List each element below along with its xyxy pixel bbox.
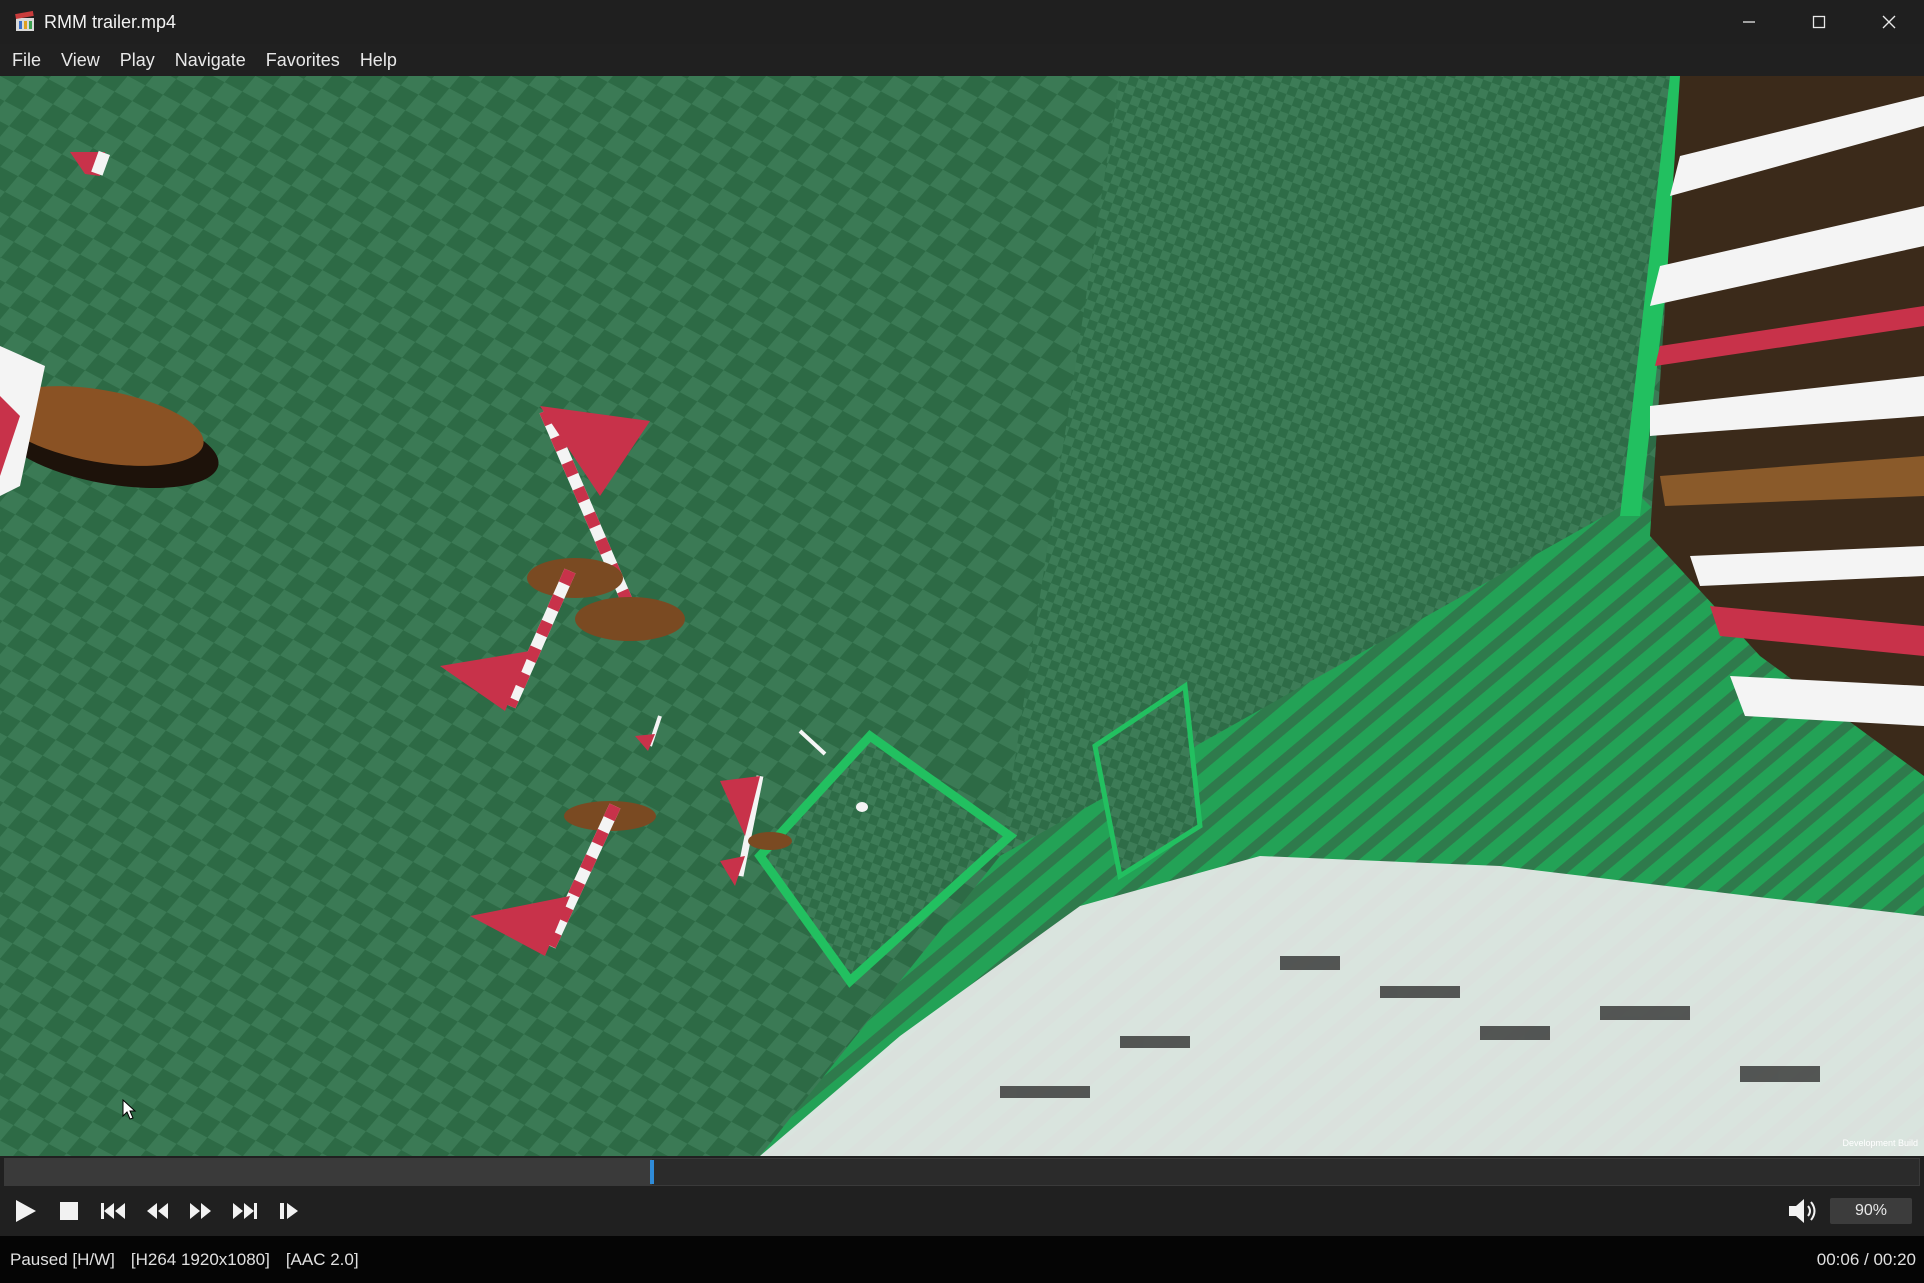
maximize-button[interactable] [1784, 0, 1854, 44]
maximize-icon [1812, 15, 1826, 29]
menu-play[interactable]: Play [110, 44, 165, 76]
status-bar: Paused [H/W] [H264 1920x1080] [AAC 2.0] … [0, 1236, 1924, 1283]
volume-level[interactable]: 90% [1830, 1198, 1912, 1224]
frame-step-button[interactable] [267, 1189, 311, 1233]
playback-controls [0, 1188, 1924, 1234]
video-codec-info: [H264 1920x1080] [130, 1249, 270, 1269]
seek-played [5, 1159, 652, 1185]
menu-help[interactable]: Help [350, 44, 407, 76]
clapperboard-icon [15, 11, 34, 31]
play-icon [16, 1200, 36, 1222]
window-title: RMM trailer.mp4 [44, 11, 177, 32]
rewind-button[interactable] [135, 1189, 179, 1233]
window-controls [1714, 0, 1924, 44]
volume-area: 90% [1786, 1188, 1912, 1234]
media-player-window: RMM trailer.mp4 File View Play Navigate … [0, 0, 1924, 1283]
playback-state: Paused [H/W] [10, 1249, 115, 1269]
menu-bar: File View Play Navigate Favorites Help [0, 44, 1924, 76]
skip-previous-button[interactable] [91, 1189, 135, 1233]
rewind-icon [147, 1203, 168, 1219]
seek-thumb[interactable] [649, 1160, 654, 1184]
frame-step-icon [280, 1203, 298, 1219]
fast-forward-icon [190, 1203, 211, 1219]
video-surface[interactable]: Development Build [0, 76, 1924, 1156]
video-watermark: Development Build [1842, 1138, 1918, 1148]
video-frame: Development Build [0, 76, 1924, 1156]
time-readout: 00:06 / 00:20 [1816, 1250, 1916, 1269]
skip-next-icon [233, 1203, 257, 1219]
close-button[interactable] [1854, 0, 1924, 44]
ball [856, 802, 868, 812]
stop-button[interactable] [47, 1189, 91, 1233]
hole-2 [527, 558, 623, 598]
title-bar[interactable]: RMM trailer.mp4 [0, 0, 1924, 44]
minimize-button[interactable] [1714, 0, 1784, 44]
close-icon [1882, 15, 1896, 29]
skip-previous-icon [101, 1203, 125, 1219]
hole-4 [748, 832, 792, 850]
menu-favorites[interactable]: Favorites [256, 44, 350, 76]
stop-icon [60, 1202, 78, 1220]
seek-bar[interactable] [4, 1158, 1920, 1186]
menu-view[interactable]: View [51, 44, 110, 76]
minimize-icon [1743, 21, 1755, 23]
menu-file[interactable]: File [0, 44, 51, 76]
hole-1 [575, 597, 685, 641]
speaker-icon[interactable] [1786, 1196, 1822, 1226]
mouse-cursor-icon [122, 1099, 137, 1120]
skip-next-button[interactable] [223, 1189, 267, 1233]
fast-forward-button[interactable] [179, 1189, 223, 1233]
audio-codec-info: [AAC 2.0] [285, 1249, 359, 1269]
menu-navigate[interactable]: Navigate [165, 44, 256, 76]
play-button[interactable] [3, 1189, 47, 1233]
